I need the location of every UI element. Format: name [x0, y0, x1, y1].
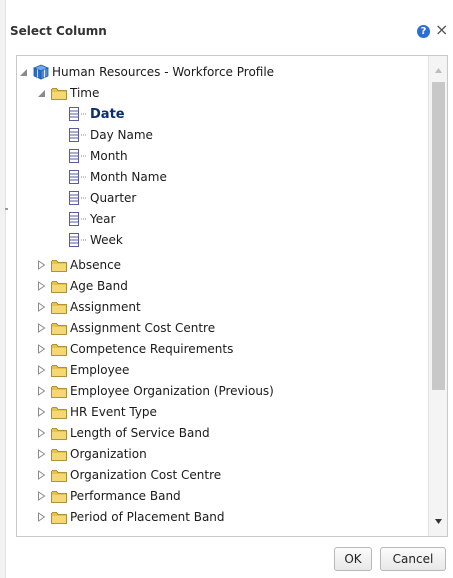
dialog-footer: OK Cancel	[8, 540, 453, 578]
tree-column-date[interactable]: Date	[69, 104, 125, 124]
expanded-triangle-icon[interactable]	[17, 66, 29, 78]
column-tree: Human Resources - Workforce Profile Time…	[17, 56, 427, 536]
tree-folder-label: Length of Service Band	[70, 426, 210, 440]
dialog-header: Select Column ? ×	[8, 0, 453, 40]
tree-folder-competence-requirements[interactable]: Competence Requirements	[35, 339, 233, 359]
folder-icon	[51, 300, 67, 314]
collapsed-triangle-icon[interactable]	[35, 385, 47, 397]
tree-folder-employee[interactable]: Employee	[35, 360, 129, 380]
column-icon	[69, 149, 88, 163]
background-window-edge	[0, 0, 6, 578]
folder-icon	[51, 426, 67, 440]
vertical-scrollbar[interactable]	[428, 56, 447, 536]
folder-icon	[51, 405, 67, 419]
column-icon	[69, 107, 88, 121]
folder-icon	[51, 468, 67, 482]
tree-folder-age-band[interactable]: Age Band	[35, 276, 128, 296]
tree-folder-label: Employee Organization (Previous)	[70, 384, 274, 398]
tree-folder-label: Age Band	[70, 279, 128, 293]
column-icon	[69, 212, 88, 226]
scroll-up-arrow-icon[interactable]	[429, 64, 447, 78]
scrollbar-thumb[interactable]	[432, 82, 445, 390]
tree-column-day-name[interactable]: Day Name	[69, 125, 153, 145]
collapsed-triangle-icon[interactable]	[35, 511, 47, 523]
tree-column-label: Quarter	[90, 191, 137, 205]
tree-column-month-name[interactable]: Month Name	[69, 167, 167, 187]
dialog-title: Select Column	[10, 24, 107, 38]
collapsed-triangle-icon[interactable]	[35, 427, 47, 439]
tree-column-week[interactable]: Week	[69, 230, 123, 250]
tree-folder-time[interactable]: Time	[35, 83, 99, 103]
tree-folder-length-of-service-band[interactable]: Length of Service Band	[35, 423, 210, 443]
column-icon	[69, 191, 88, 205]
tree-folder-label: Assignment Cost Centre	[70, 321, 216, 335]
tree-folder-employee-organization-previous[interactable]: Employee Organization (Previous)	[35, 381, 274, 401]
tree-folder-organization-cost-centre[interactable]: Organization Cost Centre	[35, 465, 221, 485]
tree-column-label: Month	[90, 149, 128, 163]
collapsed-triangle-icon[interactable]	[35, 343, 47, 355]
cancel-button[interactable]: Cancel	[380, 547, 446, 571]
select-column-dialog: Select Column ? × Human Resources - Work…	[8, 0, 453, 578]
folder-icon	[51, 510, 67, 524]
tree-folder-label: Time	[70, 86, 100, 100]
column-icon	[69, 233, 88, 247]
column-icon	[69, 170, 88, 184]
tree-column-month[interactable]: Month	[69, 146, 128, 166]
tree-column-label: Week	[90, 233, 123, 247]
tree-column-label: Date	[90, 106, 125, 122]
expanded-triangle-icon[interactable]	[35, 87, 47, 99]
folder-icon	[51, 321, 67, 335]
column-tree-panel: Human Resources - Workforce Profile Time…	[16, 55, 448, 537]
tree-folder-period-of-placement-band[interactable]: Period of Placement Band	[35, 507, 225, 527]
tree-folder-label: Organization	[70, 447, 147, 461]
tree-folder-label: Employee	[70, 363, 130, 377]
tree-folder-performance-band[interactable]: Performance Band	[35, 486, 181, 506]
collapsed-triangle-icon[interactable]	[35, 280, 47, 292]
tree-folder-label: Assignment	[70, 300, 141, 314]
ok-button[interactable]: OK	[334, 547, 372, 571]
folder-icon	[51, 279, 67, 293]
tree-column-year[interactable]: Year	[69, 209, 115, 229]
tree-column-label: Day Name	[90, 128, 153, 142]
collapsed-triangle-icon[interactable]	[35, 259, 47, 271]
tree-root-label: Human Resources - Workforce Profile	[52, 65, 275, 79]
tree-folder-label: Period of Placement Band	[70, 510, 225, 524]
folder-icon	[51, 342, 67, 356]
collapsed-triangle-icon[interactable]	[35, 490, 47, 502]
help-icon[interactable]: ?	[417, 25, 430, 38]
tree-folder-organization[interactable]: Organization	[35, 444, 147, 464]
folder-icon	[51, 384, 67, 398]
tree-folder-label: Absence	[70, 258, 122, 272]
scroll-down-arrow-icon[interactable]	[429, 514, 447, 528]
tree-folder-label: Performance Band	[70, 489, 181, 503]
tree-root-node[interactable]: Human Resources - Workforce Profile	[17, 62, 274, 82]
tree-folder-label: Competence Requirements	[70, 342, 234, 356]
tree-folder-hr-event-type[interactable]: HR Event Type	[35, 402, 157, 422]
close-icon[interactable]: ×	[435, 21, 448, 39]
collapsed-triangle-icon[interactable]	[35, 406, 47, 418]
column-icon	[69, 128, 88, 142]
cube-icon	[33, 64, 49, 80]
tree-folder-label: Organization Cost Centre	[70, 468, 222, 482]
tree-column-label: Year	[90, 212, 116, 226]
folder-icon	[51, 447, 67, 461]
folder-icon	[51, 489, 67, 503]
collapsed-triangle-icon[interactable]	[35, 322, 47, 334]
tree-folder-assignment-cost-centre[interactable]: Assignment Cost Centre	[35, 318, 215, 338]
tree-folder-assignment[interactable]: Assignment	[35, 297, 141, 317]
tree-folder-absence[interactable]: Absence	[35, 255, 121, 275]
collapsed-triangle-icon[interactable]	[35, 364, 47, 376]
collapsed-triangle-icon[interactable]	[35, 301, 47, 313]
tree-folder-label: HR Event Type	[70, 405, 157, 419]
tree-column-label: Month Name	[90, 170, 167, 184]
folder-icon	[51, 363, 67, 377]
tree-column-quarter[interactable]: Quarter	[69, 188, 136, 208]
collapsed-triangle-icon[interactable]	[35, 448, 47, 460]
collapsed-triangle-icon[interactable]	[35, 469, 47, 481]
folder-icon	[51, 258, 67, 272]
folder-icon	[51, 86, 67, 100]
